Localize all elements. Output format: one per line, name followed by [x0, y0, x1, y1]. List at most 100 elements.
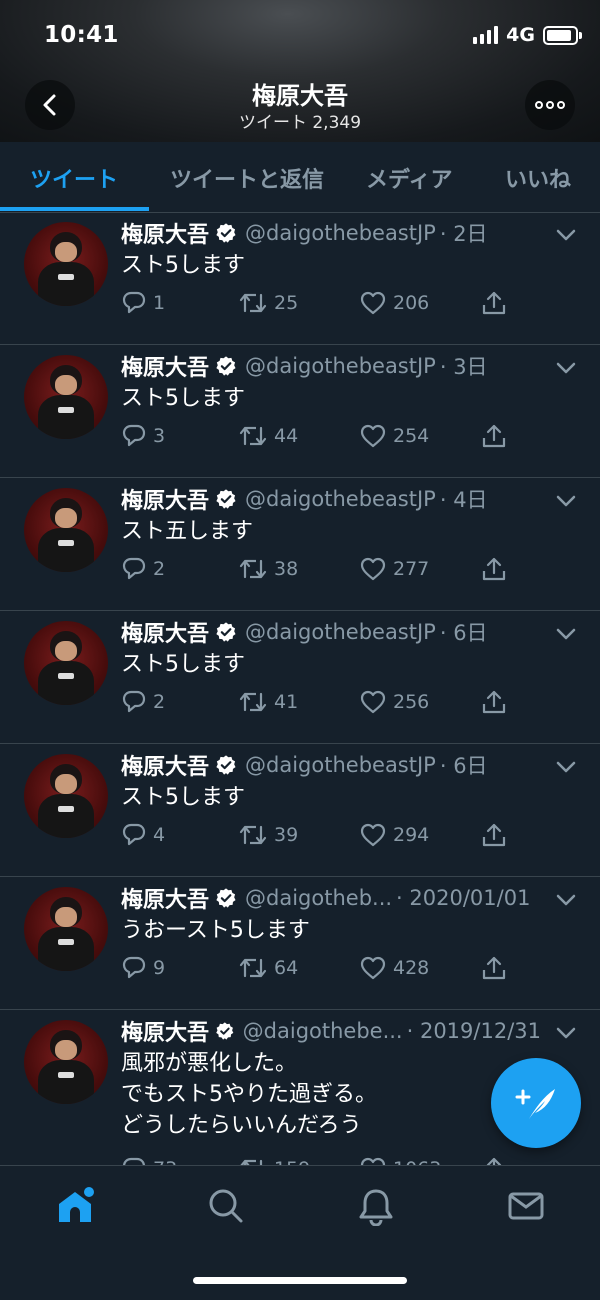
share-button[interactable]	[481, 1156, 507, 1165]
avatar[interactable]	[24, 355, 108, 439]
retweet-button[interactable]: 38	[238, 556, 298, 582]
tweet-actions: 2 41 256	[121, 689, 511, 719]
compose-tweet-button[interactable]	[491, 1058, 581, 1148]
reply-button[interactable]: 1	[121, 290, 165, 316]
tweet-menu-button[interactable]	[556, 226, 576, 245]
like-button[interactable]: 294	[359, 822, 429, 848]
reply-button[interactable]: 9	[121, 955, 165, 981]
like-button[interactable]: 254	[359, 423, 429, 449]
retweet-button[interactable]: 64	[238, 955, 298, 981]
like-button[interactable]: 277	[359, 556, 429, 582]
retweet-icon	[239, 293, 267, 313]
share-icon	[482, 424, 506, 448]
share-button[interactable]	[481, 955, 507, 981]
reply-button[interactable]: 2	[121, 556, 165, 582]
title-block: 梅原大吾 ツイート 2,349	[0, 80, 600, 134]
tweet-menu-button[interactable]	[556, 1024, 576, 1043]
reply-icon	[122, 557, 146, 580]
tweet-timestamp: · 2日	[439, 222, 488, 246]
tweet-author-handle: @daigotheb...	[245, 886, 393, 910]
share-icon	[482, 291, 506, 315]
tweet-item[interactable]: 梅原大吾 @daigothebeastJP · 4日 スト五します 2 38 277	[0, 478, 600, 611]
reply-count: 4	[153, 824, 166, 846]
retweet-icon	[239, 958, 267, 978]
tweet-timestamp: · 2019/12/31	[406, 1019, 541, 1043]
tweet-text: 風邪が悪化した。 でもスト5やりた過ぎる。 どうしたらいいんだろう	[121, 1051, 377, 1138]
share-button[interactable]	[481, 290, 507, 316]
reply-button[interactable]: 2	[121, 689, 165, 715]
chevron-down-icon	[556, 761, 576, 773]
avatar[interactable]	[24, 1020, 108, 1104]
avatar[interactable]	[24, 222, 108, 306]
tweet-item[interactable]: 梅原大吾 @daigothebeastJP · 3日 スト5します 3 44 254	[0, 345, 600, 478]
tweet-feed[interactable]: 梅原大吾 @daigothebeastJP · 2日 スト5します 1 25 206 梅原大吾…	[0, 212, 600, 1165]
nav-notifications[interactable]	[356, 1186, 396, 1230]
tab-media[interactable]: メディア	[366, 162, 452, 194]
reply-icon	[122, 424, 146, 447]
tweet-author-name[interactable]: 梅原大吾	[121, 1015, 209, 1047]
tweet-header: 梅原大吾 @daigothebeastJP · 6日	[121, 750, 541, 780]
search-icon	[209, 1189, 243, 1223]
retweet-button[interactable]: 159	[238, 1156, 310, 1165]
tweet-menu-button[interactable]	[556, 359, 576, 378]
reply-icon	[122, 1157, 146, 1165]
tweet-author-name[interactable]: 梅原大吾	[121, 350, 209, 382]
tab-likes[interactable]: いいね	[505, 162, 571, 194]
tweet-author-handle: @daigothebeastJP	[245, 221, 436, 245]
reply-button[interactable]: 4	[121, 822, 165, 848]
share-icon	[482, 956, 506, 980]
share-button[interactable]	[481, 822, 507, 848]
tweet-author-name[interactable]: 梅原大吾	[121, 483, 209, 515]
tab-tweets-and-replies[interactable]: ツイートと返信	[170, 162, 324, 194]
tweet-author-name[interactable]: 梅原大吾	[121, 882, 209, 914]
like-count: 206	[393, 292, 430, 314]
like-count: 277	[393, 558, 430, 580]
tweet-item[interactable]: 梅原大吾 @daigothebeastJP · 6日 スト5します 2 41 256	[0, 611, 600, 744]
tweet-menu-button[interactable]	[556, 492, 576, 511]
like-count: 294	[393, 824, 430, 846]
tweet-author-name[interactable]: 梅原大吾	[121, 749, 209, 781]
tweet-text: スト5します	[121, 253, 245, 278]
tweet-item[interactable]: 梅原大吾 @daigothebeastJP · 2日スト5します 1 25 206	[0, 212, 600, 345]
status-time: 10:41	[44, 22, 119, 48]
tweet-menu-button[interactable]	[556, 625, 576, 644]
tweet-header: 梅原大吾 @daigotheb... · 2020/01/01	[121, 883, 541, 913]
notifications-bell-icon	[359, 1189, 393, 1227]
retweet-button[interactable]: 44	[238, 423, 298, 449]
share-button[interactable]	[481, 689, 507, 715]
retweet-button[interactable]: 41	[238, 689, 298, 715]
avatar[interactable]	[24, 621, 108, 705]
nav-search[interactable]	[206, 1186, 246, 1230]
retweet-count: 44	[274, 425, 299, 447]
like-button[interactable]: 428	[359, 955, 429, 981]
avatar[interactable]	[24, 754, 108, 838]
home-icon	[59, 1187, 94, 1222]
tweet-item[interactable]: 梅原大吾 @daigotheb... · 2020/01/01 うおースト5します 9 6…	[0, 877, 600, 1010]
more-options-button[interactable]	[525, 80, 575, 130]
nav-messages[interactable]	[506, 1186, 546, 1230]
tweet-author-name[interactable]: 梅原大吾	[121, 217, 209, 249]
like-button[interactable]: 1063	[359, 1156, 441, 1165]
avatar[interactable]	[24, 887, 108, 971]
tweet-header: 梅原大吾 @daigothebeastJP · 2日	[121, 218, 541, 248]
share-button[interactable]	[481, 556, 507, 582]
share-icon	[482, 557, 506, 581]
verified-badge-icon	[216, 489, 236, 509]
network-type: 4G	[506, 24, 535, 46]
tweet-menu-button[interactable]	[556, 758, 576, 777]
tweet-menu-button[interactable]	[556, 891, 576, 910]
tweet-item[interactable]: 梅原大吾 @daigothebeastJP · 6日 スト5します 4 39 294	[0, 744, 600, 877]
like-button[interactable]: 256	[359, 689, 429, 715]
like-count: 254	[393, 425, 430, 447]
tweet-text: うおースト5します	[121, 918, 310, 943]
reply-button[interactable]: 73	[121, 1156, 177, 1165]
retweet-button[interactable]: 39	[238, 822, 298, 848]
reply-button[interactable]: 3	[121, 423, 165, 449]
retweet-button[interactable]: 25	[238, 290, 298, 316]
nav-home[interactable]	[55, 1186, 97, 1230]
like-button[interactable]: 206	[359, 290, 429, 316]
tab-tweets[interactable]: ツイート	[30, 162, 118, 194]
avatar[interactable]	[24, 488, 108, 572]
share-button[interactable]	[481, 423, 507, 449]
tweet-author-name[interactable]: 梅原大吾	[121, 616, 209, 648]
